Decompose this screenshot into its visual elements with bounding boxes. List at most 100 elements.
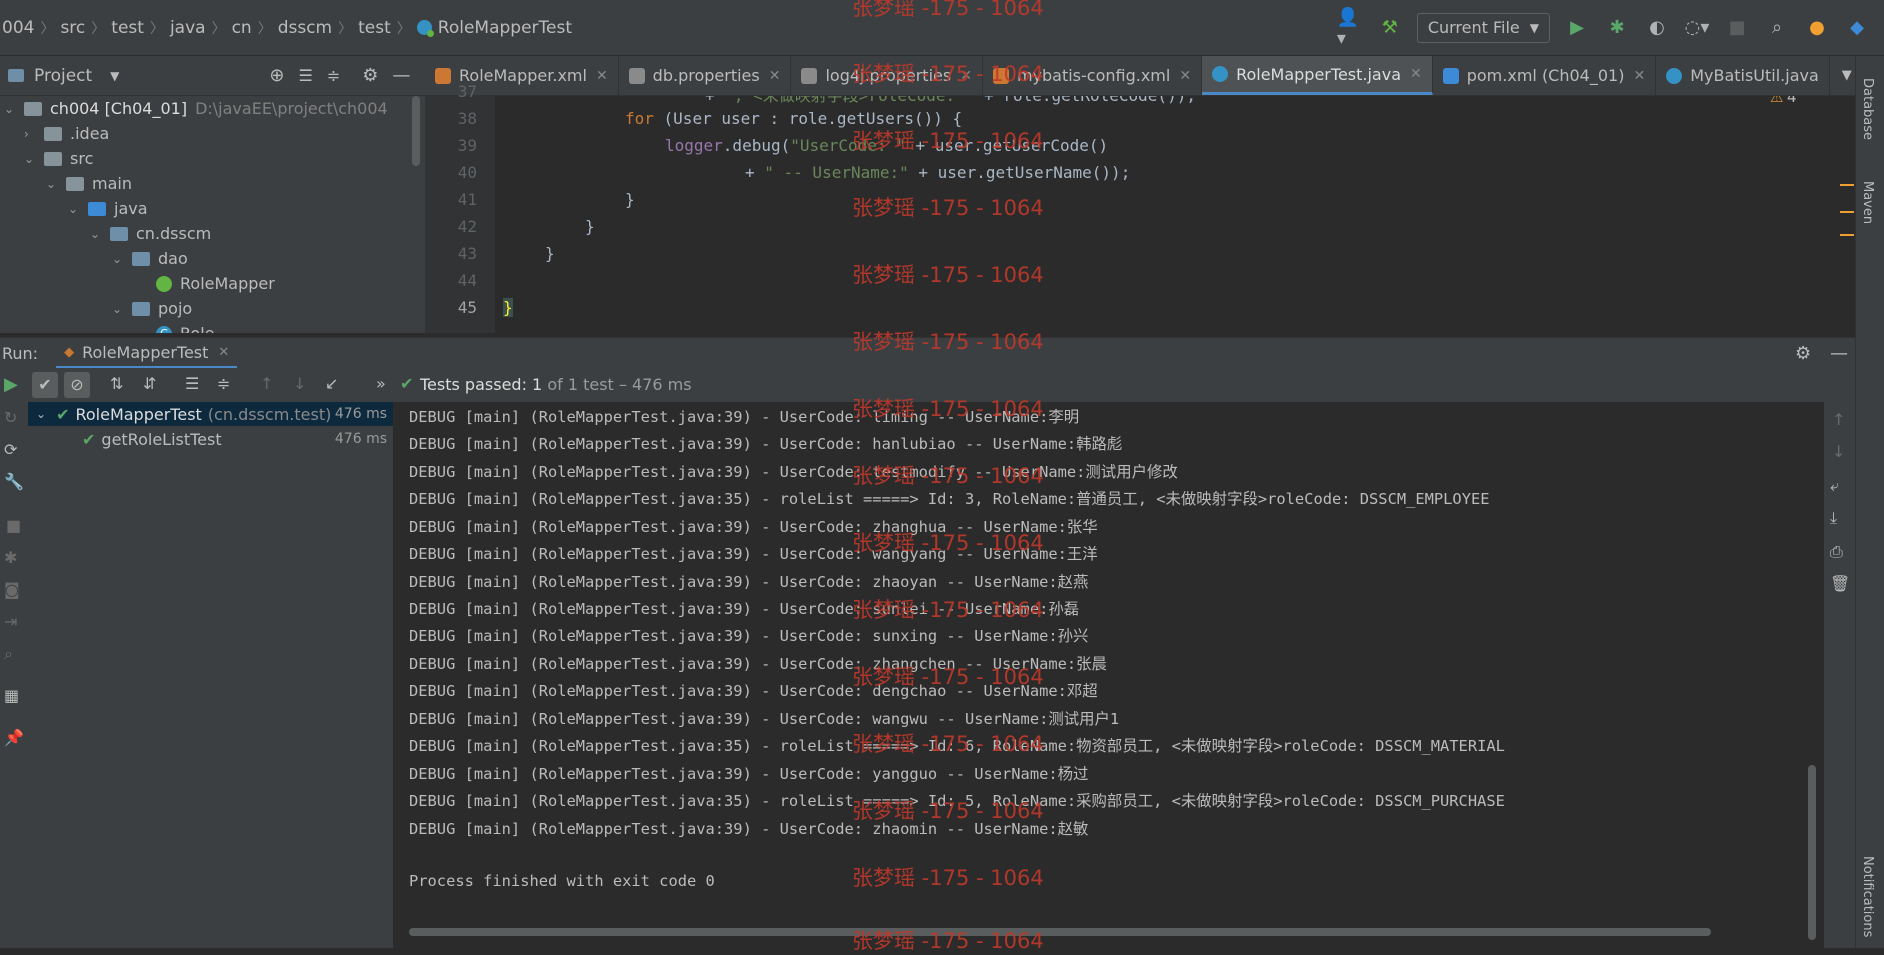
chevron-down-icon[interactable]: ▼ [110, 69, 119, 83]
user-icon[interactable]: 👤▾ [1337, 7, 1363, 49]
tree-scrollbar[interactable] [412, 96, 420, 166]
exit-icon[interactable]: ⇥ [4, 612, 17, 631]
toggle-auto-test-icon[interactable]: ⟳ [4, 440, 17, 459]
soft-wrap-icon[interactable]: ⤶ [1830, 476, 1839, 496]
project-panel-title[interactable]: Project [34, 66, 92, 86]
gear-icon[interactable]: ⚙ [1795, 343, 1811, 364]
tab-mybatisutil-java[interactable]: MyBatisUtil.java [1656, 56, 1830, 95]
sort-duration-icon[interactable]: ⇵ [143, 374, 156, 393]
close-icon[interactable]: ✕ [1179, 68, 1191, 84]
layout-icon[interactable]: ▦ [4, 686, 19, 705]
tree-item-src[interactable]: ⌄ src [24, 146, 93, 171]
notifications-tool-button[interactable]: Notifications [1860, 856, 1875, 937]
coverage-icon[interactable]: ◐ [1644, 15, 1670, 41]
sort-alpha-icon[interactable]: ⇅ [110, 374, 123, 393]
tab-rolemapper-xml[interactable]: RoleMapper.xml ✕ [425, 56, 619, 95]
chevron-down-icon[interactable]: ⌄ [112, 252, 126, 266]
close-icon[interactable]: ✕ [960, 68, 972, 84]
chevron-up-icon[interactable]: ⌃ [1810, 96, 1822, 102]
minimize-icon[interactable]: — [1830, 343, 1848, 364]
tree-item-pojo[interactable]: ⌄ pojo [112, 296, 192, 321]
minimize-icon[interactable]: — [392, 65, 410, 86]
scroll-down-icon[interactable]: ↓ [1832, 442, 1845, 461]
tab-pom-xml[interactable]: pom.xml (Ch04_01) ✕ [1433, 56, 1657, 95]
debug-icon[interactable]: ✱ [4, 548, 17, 567]
profile-icon[interactable]: ◌▾ [1684, 15, 1710, 41]
debug-icon[interactable]: ✱ [1604, 15, 1630, 41]
tab-db-properties[interactable]: db.properties ✕ [619, 56, 792, 95]
warning-count[interactable]: 4 [1787, 96, 1797, 106]
database-tool-button[interactable]: Database [1860, 78, 1875, 140]
chevron-down-icon[interactable]: ⌄ [24, 152, 38, 166]
import-tests-icon[interactable]: ↙ [325, 374, 338, 393]
close-icon[interactable]: ✕ [596, 68, 608, 84]
camera-icon[interactable]: ◙ [4, 580, 20, 599]
close-icon[interactable]: ✕ [1410, 66, 1422, 82]
wrench-icon[interactable]: 🔧 [4, 472, 24, 491]
run-configuration-select[interactable]: Current File ▼ [1416, 12, 1550, 43]
breadcrumb-item[interactable]: test [111, 18, 144, 38]
breadcrumb-item[interactable]: test [358, 18, 391, 38]
close-icon[interactable]: ✕ [769, 68, 781, 84]
rerun-failed-icon[interactable]: ↻ [4, 408, 17, 427]
chevron-down-icon[interactable]: ⌄ [36, 407, 46, 421]
tree-item-package[interactable]: ⌄ cn.dsscm [90, 221, 211, 246]
console-vertical-scrollbar[interactable] [1808, 765, 1816, 940]
chevron-down-icon[interactable]: ⌄ [90, 227, 104, 241]
tree-item-rolemapper[interactable]: RoleMapper [156, 271, 275, 296]
expand-all-icon[interactable]: ☰ [299, 66, 313, 85]
tab-log4j-properties[interactable]: log4j.properties ✕ [791, 56, 983, 95]
breadcrumb-item-current[interactable]: RoleMapperTest [438, 18, 572, 38]
next-failed-icon[interactable]: ↓ [293, 374, 306, 393]
zoom-icon[interactable]: ⌕ [4, 644, 13, 664]
console-horizontal-scrollbar[interactable] [409, 928, 1711, 936]
chevron-right-icon[interactable]: › [24, 127, 38, 141]
breadcrumb-item[interactable]: java [170, 18, 206, 38]
run-tab[interactable]: ◆ RoleMapperTest ✕ [56, 338, 238, 369]
chevron-down-icon[interactable]: ▼ [1842, 68, 1852, 83]
warning-icon[interactable]: ⚠ [1770, 96, 1783, 106]
console-output[interactable]: DEBUG [main] (RoleMapperTest.java:39) - … [394, 402, 1824, 948]
collapse-all-icon[interactable]: ≑ [327, 66, 340, 85]
gear-icon[interactable]: ⚙ [362, 65, 378, 86]
expand-all-icon[interactable]: ☰ [185, 374, 199, 393]
test-case-row[interactable]: ✔ getRoleListTest 476 ms [28, 427, 393, 451]
search-icon[interactable]: ⌕ [1764, 15, 1790, 41]
chevron-down-icon[interactable]: ⌄ [112, 302, 126, 316]
tree-item-main[interactable]: ⌄ main [46, 171, 132, 196]
scroll-up-icon[interactable]: ↑ [1832, 410, 1845, 429]
previous-failed-icon[interactable]: ↑ [260, 374, 273, 393]
stop-icon[interactable]: ■ [1724, 15, 1750, 41]
tree-item-java[interactable]: ⌄ java [68, 196, 148, 221]
collapse-all-icon[interactable]: ≑ [217, 374, 230, 393]
ide-logo-icon[interactable]: ◆ [1844, 15, 1870, 41]
rerun-icon[interactable]: ▶ [4, 374, 18, 395]
run-icon[interactable]: ▶ [1564, 15, 1590, 41]
breadcrumb-item[interactable]: dsscm [278, 18, 332, 38]
code-editor[interactable]: + ", <未做映射字段>roleCode: " + role.getRoleC… [495, 96, 1855, 333]
chevron-down-icon[interactable]: ⌄ [46, 177, 60, 191]
maven-tool-button[interactable]: Maven [1860, 181, 1875, 224]
trash-icon[interactable]: 🗑 [1830, 574, 1850, 593]
update-icon[interactable]: ● [1804, 15, 1830, 41]
tab-rolemappertest-java[interactable]: RoleMapperTest.java ✕ [1202, 56, 1433, 95]
breadcrumb-item[interactable]: 004 [2, 18, 34, 38]
locate-icon[interactable]: ⊕ [269, 65, 284, 86]
stop-icon[interactable]: ■ [6, 516, 21, 535]
show-ignored-toggle[interactable]: ⊘ [64, 372, 90, 398]
print-icon[interactable]: ⎙ [1830, 542, 1843, 562]
tree-item-role[interactable]: C Role [156, 321, 214, 333]
chevron-down-icon[interactable]: ⌄ [1835, 96, 1847, 100]
test-suite-row[interactable]: ⌄ ✔ RoleMapperTest (cn.dsscm.test) 476 m… [28, 402, 393, 426]
tab-mybatis-config-xml[interactable]: mybatis-config.xml ✕ [983, 56, 1203, 95]
tree-item-dao[interactable]: ⌄ dao [112, 246, 188, 271]
breadcrumb-item[interactable]: cn [232, 18, 252, 38]
chevron-down-icon[interactable]: ⌄ [68, 202, 82, 216]
show-passed-toggle[interactable]: ✔ [32, 372, 58, 398]
tree-item-root[interactable]: ⌄ ch004 [Ch04_01] D:\javaEE\project\ch00… [4, 96, 388, 121]
close-icon[interactable]: ✕ [218, 345, 229, 360]
breadcrumb-item[interactable]: src [60, 18, 85, 38]
tree-item-idea[interactable]: › .idea [24, 121, 109, 146]
scroll-to-end-icon[interactable]: ⤓ [1830, 508, 1837, 528]
chevron-down-icon[interactable]: ⌄ [4, 102, 18, 116]
